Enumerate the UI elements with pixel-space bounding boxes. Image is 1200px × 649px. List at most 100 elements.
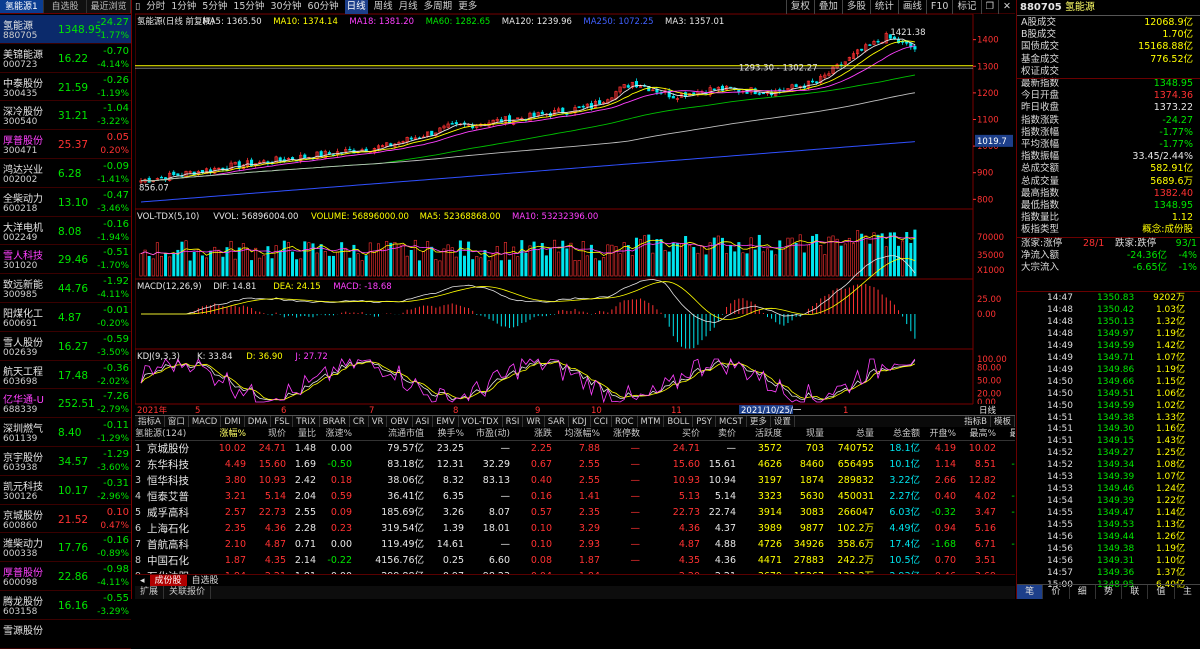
bottom-tab[interactable]: 自选股 [187, 575, 224, 586]
window-restore-icon[interactable]: ❐ [980, 0, 999, 14]
indicator-tab[interactable]: BOLL [664, 416, 694, 427]
table-row[interactable]: 3 恒华科技 3.80 10.93 2.42 0.18 38.06亿 8.32 83.13 0.4… [135, 473, 1015, 489]
watchlist-item[interactable]: 厚普股份 600098 22.86 -0.98 -4.11% [0, 562, 131, 591]
toolbar-button[interactable]: 画线 [897, 0, 926, 14]
indicator-tab[interactable]: WR [523, 416, 545, 427]
column-header[interactable]: 现价 [249, 427, 289, 440]
column-header[interactable]: 氢能源(124) [135, 427, 215, 440]
watchlist-item[interactable]: 航天工程 603698 17.48 -0.36 -2.02% [0, 361, 131, 390]
indicator-tab[interactable]: MCST [716, 416, 747, 427]
period-tab[interactable]: 1分钟 [171, 0, 196, 14]
indicator-tab[interactable]: SAR [545, 416, 569, 427]
indicator-tab[interactable]: VR [369, 416, 388, 427]
table-row[interactable]: 5 威孚高科 2.57 22.73 2.55 0.09 185.69亿 3.26 8.07 0.5… [135, 505, 1015, 521]
toolbar-button[interactable]: F10 [925, 0, 953, 14]
indicator-tab[interactable]: MTM [638, 416, 665, 427]
watchlist-item[interactable]: 阳煤化工 600691 4.87 -0.01 -0.20% [0, 303, 131, 332]
period-tab[interactable]: 更多 [458, 0, 477, 14]
window-close-icon[interactable]: ✕ [998, 0, 1015, 14]
indicator-tab[interactable]: 设置 [771, 416, 795, 427]
column-header[interactable]: 涨跌 [513, 427, 555, 440]
bottom-tab[interactable]: 成份股 [149, 575, 187, 586]
quote-tab[interactable]: 价 [1043, 585, 1070, 599]
column-header[interactable]: 现量 [785, 427, 827, 440]
indicator-tab[interactable]: 窗口 [165, 416, 189, 427]
indicator-tab[interactable]: 模板 [991, 416, 1015, 427]
period-tab[interactable]: 15分钟 [233, 0, 264, 14]
period-tab[interactable]: 多周期 [424, 0, 453, 14]
watchlist-item[interactable]: 厚普股份 300471 25.37 0.05 0.20% [0, 130, 131, 159]
column-header[interactable]: 买价 [643, 427, 703, 440]
column-header[interactable]: 换手% [427, 427, 467, 440]
period-tab[interactable]: 30分钟 [270, 0, 301, 14]
period-tab[interactable]: 月线 [399, 0, 418, 14]
quote-tab[interactable]: 值 [1148, 585, 1175, 599]
watchlist-item[interactable]: 雪人科技 301020 29.46 -0.51 -1.70% [0, 245, 131, 275]
indicator-tab[interactable]: 更多 [747, 416, 771, 427]
quote-tab[interactable]: 细 [1070, 585, 1096, 599]
period-tab[interactable]: 60分钟 [308, 0, 339, 14]
indicator-tab[interactable]: KDJ [569, 416, 591, 427]
indicator-tab[interactable]: FSL [271, 416, 294, 427]
table-row[interactable]: 8 中国石化 1.87 4.35 2.14 -0.22 4156.76亿 0.25 6.60 0.… [135, 553, 1015, 569]
toolbar-button[interactable]: 统计 [869, 0, 898, 14]
indicator-tab[interactable]: TRIX [293, 416, 320, 427]
column-header[interactable]: 涨速% [319, 427, 355, 440]
watchlist-item[interactable]: 深冷股份 300540 31.21 -1.04 -3.22% [0, 101, 131, 131]
column-header[interactable]: 活跃度 [739, 427, 785, 440]
toolbar-button[interactable]: 多股 [841, 0, 870, 14]
period-tab[interactable]: 日线 [344, 0, 368, 14]
column-header[interactable]: 总金额 [877, 427, 923, 440]
indicator-tab[interactable]: EMV [433, 416, 459, 427]
watchlist-item[interactable]: 全柴动力 600218 13.10 -0.47 -3.46% [0, 188, 131, 217]
column-header[interactable]: 流通市值 [355, 427, 427, 440]
watchlist-item[interactable]: 大洋电机 002249 8.08 -0.16 -1.94% [0, 217, 131, 246]
toolbar-button[interactable]: 复权 [785, 0, 814, 14]
column-header[interactable]: 总量 [827, 427, 877, 440]
period-tab[interactable]: 分时 [146, 0, 165, 14]
table-row[interactable]: 6 上海石化 2.35 4.36 2.28 0.23 319.54亿 1.39 18.01 0.1… [135, 521, 1015, 537]
watchlist-item[interactable]: 美锦能源 000723 16.22 -0.70 -4.14% [0, 44, 131, 73]
quote-tab[interactable]: 势 [1096, 585, 1123, 599]
watchlist-item[interactable]: 潍柴动力 000338 17.76 -0.16 -0.89% [0, 533, 131, 563]
column-header[interactable]: 卖价 [703, 427, 739, 440]
indicator-tab[interactable]: DMI [221, 416, 245, 427]
table-row[interactable]: 1 京城股份 10.02 24.71 1.48 0.00 79.57亿 23.25 — 2.25 7… [135, 441, 1015, 457]
indicator-tab[interactable]: DMA [245, 416, 272, 427]
table-row[interactable]: 7 首航高科 2.10 4.87 0.71 0.00 119.49亿 14.61 — 0.10 2.… [135, 537, 1015, 553]
toolbar-button[interactable]: 标记 [952, 0, 980, 14]
indicator-tab[interactable]: MACD [189, 416, 222, 427]
indicator-tab[interactable]: RSI [503, 416, 524, 427]
watchlist-item[interactable]: 鸿达兴业 002002 6.28 -0.09 -1.41% [0, 159, 131, 188]
watchlist-tab[interactable]: 氢能源1 [0, 0, 44, 13]
watchlist-item[interactable]: 致远新能 300985 44.76 -1.92 -4.11% [0, 274, 131, 303]
quote-tab[interactable]: 联 [1122, 585, 1149, 599]
watchlist-item[interactable]: 深圳燃气 601139 8.40 -0.11 -1.29% [0, 418, 131, 447]
column-header[interactable]: 最低% [999, 427, 1015, 440]
watchlist-item[interactable]: 雪源股份 [0, 620, 131, 649]
table-row[interactable]: 2 东华科技 4.49 15.60 1.69 -0.50 83.18亿 12.31 32.29 0… [135, 457, 1015, 473]
quote-tab[interactable]: 主 [1175, 585, 1200, 599]
watchlist-item[interactable]: 京宇股份 603938 34.57 -1.29 -3.60% [0, 447, 131, 476]
column-header[interactable]: 涨幅% [215, 427, 249, 440]
watchlist-item[interactable]: 亿华通-U 688339 252.51 -7.26 -2.79% [0, 389, 131, 419]
column-header[interactable]: 涨停数 [603, 427, 643, 440]
indicator-tab[interactable]: CCI [591, 416, 612, 427]
indicator-tab[interactable]: PSY [693, 416, 716, 427]
watchlist-item[interactable]: 凯元科技 300126 10.17 -0.31 -2.96% [0, 476, 131, 505]
toolbar-button[interactable]: 叠加 [813, 0, 842, 14]
indicator-tab[interactable]: VOL-TDX [459, 416, 503, 427]
watchlist-item[interactable]: 中泰股份 300435 21.59 -0.26 -1.19% [0, 73, 131, 102]
indicator-tab[interactable]: ROC [612, 416, 638, 427]
indicator-tab[interactable]: 指标B [961, 416, 991, 427]
table-row[interactable]: 4 恒泰艾普 3.21 5.14 2.04 0.59 36.41亿 6.35 — 0.16 1.41… [135, 489, 1015, 505]
column-header[interactable]: 市盈(动) [467, 427, 513, 440]
grid-icon[interactable]: ▯ [135, 0, 140, 14]
watchlist-tab[interactable]: 自选股 [44, 0, 88, 13]
indicator-tab[interactable]: OBV [387, 416, 413, 427]
column-header[interactable]: 均涨幅% [555, 427, 603, 440]
watchlist-item[interactable]: 腾龙股份 603158 16.16 -0.55 -3.29% [0, 591, 131, 620]
indicator-tab[interactable]: CR [350, 416, 369, 427]
kline-chart[interactable]: 氢能源(日线 前复权)MA5: 1365.50 MA10: 1374.14 MA18… [135, 14, 1015, 415]
watchlist-tab[interactable]: 最近浏览 [87, 0, 132, 13]
